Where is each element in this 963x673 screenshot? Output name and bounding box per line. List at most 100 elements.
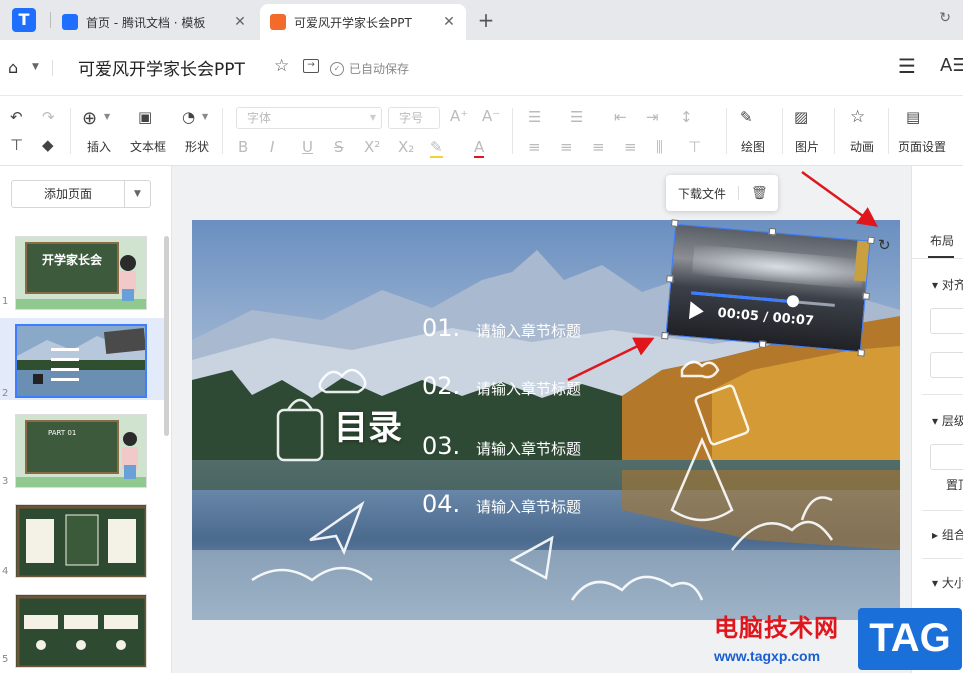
slide-thumbnail-1[interactable]: 开学家长会	[15, 236, 147, 310]
numbered-list-icon[interactable]: ☰	[570, 108, 583, 126]
undo-icon[interactable]: ↶	[10, 108, 23, 126]
rotate-icon[interactable]: ↻	[878, 236, 891, 254]
font-size-select[interactable]: 字号	[388, 107, 440, 129]
indent-icon[interactable]: ⇥	[646, 108, 659, 126]
image-icon[interactable]: ▨	[794, 108, 808, 126]
play-icon[interactable]	[688, 301, 705, 321]
shape-icon[interactable]: ◔	[182, 108, 195, 126]
thumbnail-image	[16, 505, 146, 577]
section-layer[interactable]: ▾ 层级	[932, 412, 963, 429]
superscript-icon[interactable]: X²	[364, 138, 380, 156]
thumbnail-scrollbar[interactable]	[164, 236, 169, 436]
video-object[interactable]: 00:05 / 00:07	[661, 219, 875, 357]
toc-number-4[interactable]: 04.	[422, 490, 460, 518]
resize-handle[interactable]	[857, 349, 865, 357]
italic-icon[interactable]: I	[270, 138, 274, 156]
resize-handle[interactable]	[666, 275, 674, 283]
document-title[interactable]: 可爱风开学家长会PPT	[78, 55, 245, 80]
draw-button[interactable]: 绘图	[738, 138, 768, 155]
toc-title-3[interactable]: 请输入章节标题	[476, 438, 581, 459]
chevron-down-icon[interactable]: ▼	[32, 62, 39, 72]
slide-thumbnail-5[interactable]	[15, 594, 147, 668]
draw-icon[interactable]: ✎	[740, 108, 753, 126]
animation-button[interactable]: 动画	[847, 138, 877, 155]
tab-home-templates[interactable]: 首页 - 腾讯文档 · 模板 ✕	[52, 4, 257, 40]
decrease-font-icon[interactable]: A⁻	[482, 107, 500, 125]
section-align[interactable]: ▾ 对齐	[932, 276, 963, 293]
toc-title-1[interactable]: 请输入章节标题	[476, 320, 581, 341]
chevron-down-icon[interactable]: ▼	[202, 112, 208, 121]
close-icon[interactable]: ✕	[442, 14, 456, 30]
bold-icon[interactable]: B	[238, 138, 248, 156]
font-family-select[interactable]: 字体 ▼	[236, 107, 382, 129]
move-to-folder-icon[interactable]: →	[303, 59, 319, 73]
watermark-url: www.tagxp.com	[714, 648, 821, 664]
tab-current-ppt[interactable]: 可爱风开学家长会PPT ✕	[260, 4, 466, 40]
subscript-icon[interactable]: X₂	[398, 138, 414, 156]
resize-handle[interactable]	[671, 219, 679, 227]
format-painter-icon[interactable]: ⊤	[10, 136, 23, 154]
animation-star-icon[interactable]: ☆	[850, 107, 865, 127]
resize-handle[interactable]	[768, 227, 777, 236]
page-setup-button[interactable]: 页面设置	[896, 138, 948, 155]
line-spacing-icon[interactable]: ↕	[680, 108, 693, 126]
menu-icon[interactable]: ☰	[898, 54, 916, 78]
toc-number-1[interactable]: 01.	[422, 314, 460, 342]
resize-handle[interactable]	[661, 331, 669, 340]
divider	[888, 108, 889, 154]
insert-plus-icon[interactable]: ⊕	[82, 108, 97, 129]
resize-handle[interactable]	[862, 292, 870, 300]
underline-icon[interactable]: U	[302, 138, 313, 156]
justify-icon[interactable]: ≡	[624, 138, 637, 156]
slide-thumbnail-3[interactable]: PART 01	[15, 414, 147, 488]
insert-button[interactable]: 插入	[86, 138, 112, 155]
vertical-align-icon[interactable]: ⊤	[688, 138, 701, 156]
align-option-button[interactable]	[930, 352, 963, 378]
download-file-button[interactable]: 下载文件	[678, 185, 726, 202]
align-left-button[interactable]	[930, 308, 963, 334]
resize-handle[interactable]	[758, 340, 767, 349]
toc-number-3[interactable]: 03.	[422, 432, 460, 460]
toc-number-2[interactable]: 02.	[422, 372, 460, 400]
bullet-list-icon[interactable]: ☰	[528, 108, 541, 126]
redo-icon[interactable]: ↷	[42, 108, 55, 126]
star-icon[interactable]: ☆	[274, 56, 289, 76]
strikethrough-icon[interactable]: S	[334, 138, 344, 156]
highlight-icon[interactable]: ✎	[430, 138, 443, 158]
thumbnail-image	[16, 595, 146, 667]
align-right-icon[interactable]: ≡	[592, 138, 605, 156]
align-center-icon[interactable]: ≡	[560, 138, 573, 156]
slide-thumbnail-4[interactable]	[15, 504, 147, 578]
section-group[interactable]: ▸ 组合	[932, 526, 963, 543]
shape-button[interactable]: 形状	[182, 138, 212, 155]
font-color-icon[interactable]: A	[474, 138, 485, 158]
delete-trash-icon[interactable]: 🗑	[751, 186, 768, 201]
image-button[interactable]: 图片	[792, 138, 822, 155]
new-tab-icon[interactable]: +	[476, 8, 496, 32]
refresh-icon[interactable]: ↻	[939, 10, 951, 26]
home-icon[interactable]: ⌂	[8, 58, 18, 77]
resize-handle[interactable]	[867, 236, 875, 245]
close-icon[interactable]: ✕	[233, 14, 247, 30]
chevron-down-icon[interactable]: ▼	[124, 181, 150, 207]
bring-to-top-button[interactable]	[930, 444, 963, 470]
tencent-docs-logo-icon[interactable]: T	[12, 8, 36, 32]
textbox-button[interactable]: 文本框	[128, 138, 168, 155]
align-left-icon[interactable]: ≡	[528, 138, 541, 156]
slide-thumbnail-2[interactable]	[15, 324, 147, 398]
add-page-button[interactable]: 添加页面 ▼	[11, 180, 151, 208]
section-size[interactable]: ▾ 大小	[932, 574, 963, 591]
chevron-down-icon[interactable]: ▼	[104, 112, 110, 121]
toc-title-4[interactable]: 请输入章节标题	[476, 496, 581, 517]
check-circle-icon: ✓	[330, 61, 344, 76]
distribute-icon[interactable]: ⫼	[656, 138, 663, 156]
slide-heading[interactable]: 目录	[334, 400, 402, 449]
increase-font-icon[interactable]: A⁺	[450, 107, 468, 125]
page-setup-icon[interactable]: ▤	[906, 108, 920, 126]
text-format-icon[interactable]: A☰	[940, 55, 963, 76]
toc-title-2[interactable]: 请输入章节标题	[476, 378, 581, 399]
eraser-icon[interactable]: ◆	[42, 136, 54, 154]
textbox-icon[interactable]: ▣	[138, 108, 152, 126]
outdent-icon[interactable]: ⇤	[614, 108, 627, 126]
tab-layout[interactable]: 布局	[930, 232, 954, 249]
